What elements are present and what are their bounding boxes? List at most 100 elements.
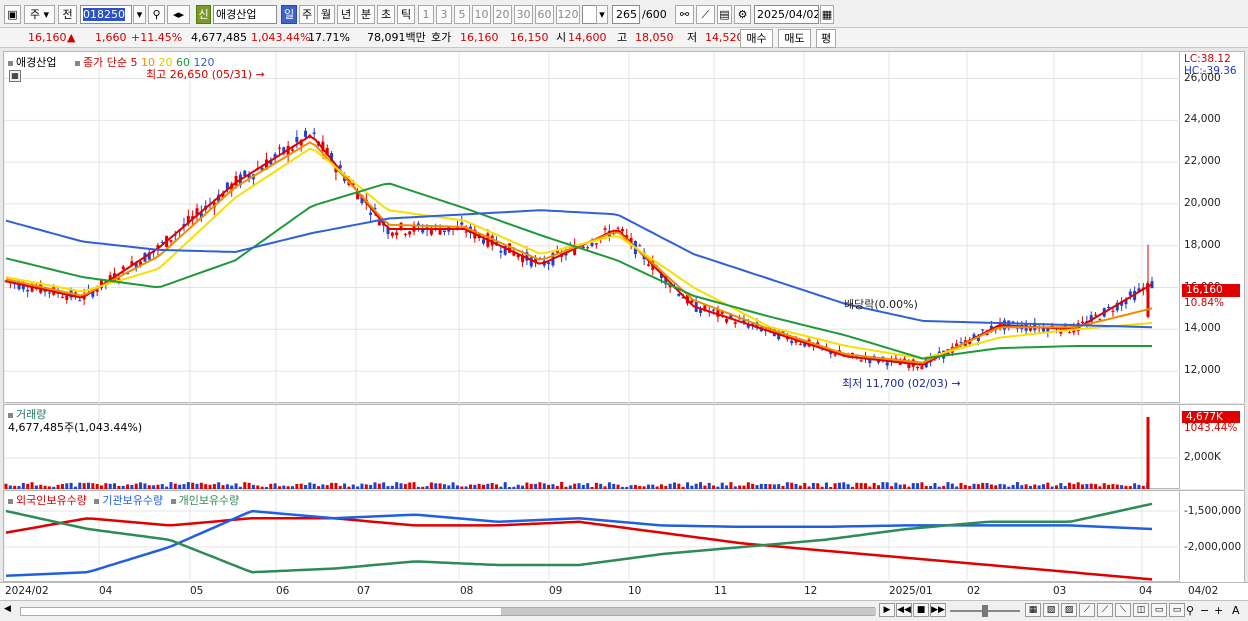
- interval-1[interactable]: 1: [418, 5, 434, 24]
- volume-bar: [842, 482, 846, 489]
- interval-10[interactable]: 10: [472, 5, 491, 24]
- tool-icon-4[interactable]: ⟋: [1079, 603, 1095, 617]
- interval-30[interactable]: 30: [514, 5, 533, 24]
- volume-bar: [864, 483, 867, 489]
- interval-5[interactable]: 5: [454, 5, 470, 24]
- fast-forward-icon[interactable]: ▶▶: [930, 603, 946, 617]
- date-input[interactable]: 2025/04/02: [754, 5, 819, 24]
- volume-bar: [91, 483, 95, 489]
- open-price: 14,600: [568, 31, 607, 44]
- price-tick: 24,000: [1184, 113, 1221, 126]
- period-month[interactable]: 월: [317, 5, 335, 24]
- scrollbar-thumb[interactable]: [501, 608, 876, 615]
- x-axis-label: 05: [190, 585, 204, 597]
- interval-dropdown-icon[interactable]: ▾: [596, 5, 608, 24]
- code-dropdown-icon[interactable]: ▾: [133, 5, 146, 24]
- candle-body: [369, 212, 373, 216]
- stock-name-field[interactable]: 애경산업: [213, 5, 277, 24]
- volume-pane[interactable]: 거래량 4,677,485주(1,043.44%): [3, 404, 1181, 490]
- font-size-icon[interactable]: A: [1232, 604, 1240, 617]
- candle-body: [408, 231, 412, 235]
- volume-bar: [846, 484, 850, 489]
- tool-icon-7[interactable]: ◫: [1133, 603, 1149, 617]
- volume-bar: [425, 486, 429, 489]
- period-tick[interactable]: 틱: [397, 5, 415, 24]
- buy-button[interactable]: 매수: [740, 29, 773, 48]
- volume-bar: [590, 486, 594, 489]
- stop-icon[interactable]: ■: [913, 603, 929, 617]
- chart-type-icon[interactable]: ⚯: [675, 5, 694, 24]
- grid-icon[interactable]: ▦: [9, 70, 21, 82]
- quote-bar: 16,160 ▲ 1,660 +11.45% 4,677,485 1,043.4…: [0, 28, 1248, 48]
- volume-bar: [638, 486, 642, 489]
- tool-icon-5[interactable]: ⟋: [1097, 603, 1113, 617]
- zoom-reset-icon[interactable]: +: [1214, 604, 1223, 617]
- volume-bar: [1076, 482, 1080, 489]
- volume-bar: [256, 485, 260, 489]
- candle-body: [859, 360, 863, 362]
- candle-body: [733, 322, 737, 324]
- volume-bar: [755, 485, 759, 489]
- speaker-icon[interactable]: ◂▸: [167, 5, 190, 24]
- search-icon[interactable]: ⚲: [148, 5, 165, 24]
- period-minute[interactable]: 분: [357, 5, 375, 24]
- volume-bar: [473, 484, 477, 489]
- volume-bar: [438, 483, 442, 489]
- code-input[interactable]: 018250: [80, 5, 132, 24]
- zoom-out-icon[interactable]: −: [1200, 604, 1209, 617]
- period-day[interactable]: 일: [281, 5, 297, 24]
- interval-20[interactable]: 20: [493, 5, 512, 24]
- calendar-icon[interactable]: ▦: [820, 5, 834, 24]
- tool-icon-8[interactable]: ▭: [1151, 603, 1167, 617]
- scrollbar[interactable]: [20, 607, 876, 616]
- volume-bar: [699, 482, 703, 489]
- tool-icon-6[interactable]: ⟍: [1115, 603, 1131, 617]
- holdings-pane[interactable]: 외국인보유수량 기관보유수량 개인보유수량: [3, 490, 1181, 583]
- period-icon[interactable]: ▦: [1025, 603, 1041, 617]
- period-second[interactable]: 초: [377, 5, 395, 24]
- volume-bar: [651, 484, 655, 489]
- interval-120[interactable]: 120: [556, 5, 580, 24]
- volume-bar: [942, 485, 946, 489]
- period-week[interactable]: 주: [299, 5, 315, 24]
- candle-body: [646, 264, 650, 266]
- volume-bar: [65, 483, 69, 489]
- zoom-icon[interactable]: ⚲: [1186, 604, 1194, 617]
- history-button[interactable]: 전: [58, 5, 77, 24]
- draw-tool-icon[interactable]: ⟋: [696, 5, 715, 24]
- period-year[interactable]: 년: [337, 5, 355, 24]
- interval-60[interactable]: 60: [535, 5, 554, 24]
- volume-bar: [499, 486, 503, 489]
- tool-icon-2[interactable]: ▧: [1043, 603, 1059, 617]
- candle-body: [464, 231, 468, 233]
- sell-button[interactable]: 매도: [778, 29, 811, 48]
- candle-body: [1028, 328, 1032, 331]
- volume-bar: [482, 484, 485, 489]
- price-chart-pane[interactable]: 애경산업 종가 단순 5 10 20 60 120 ▦ 최고 26,650 (0…: [3, 51, 1181, 404]
- volume-bar: [681, 486, 685, 489]
- rewind-icon[interactable]: ◀◀: [896, 603, 912, 617]
- scroll-left-icon[interactable]: ◀: [4, 604, 16, 618]
- volume-bar: [503, 482, 507, 489]
- average-button[interactable]: 평: [816, 29, 836, 48]
- dividend-annotation: 배당락(0.00%): [844, 298, 918, 311]
- volume-bar: [1111, 484, 1115, 489]
- volume-bar: [1115, 484, 1119, 489]
- save-icon[interactable]: ▤: [717, 5, 732, 24]
- count-input[interactable]: 265: [612, 5, 640, 24]
- gear-icon[interactable]: ⚙: [734, 5, 751, 24]
- scroll-right-icon[interactable]: ▶: [879, 603, 895, 617]
- candle-body: [594, 243, 598, 245]
- window-icon[interactable]: ▣: [4, 5, 21, 24]
- volume-bar: [416, 486, 420, 489]
- high-price: 18,050: [635, 31, 674, 44]
- volume-bar: [325, 485, 329, 489]
- zoom-slider-handle[interactable]: [982, 605, 988, 617]
- interval-3[interactable]: 3: [436, 5, 452, 24]
- volume-bar: [286, 486, 290, 489]
- x-axis-label: 04: [1139, 585, 1153, 597]
- tool-icon-9[interactable]: ▭: [1169, 603, 1185, 617]
- market-select[interactable]: 주 ▾: [24, 5, 55, 24]
- volume-bar: [803, 482, 807, 489]
- tool-icon-3[interactable]: ▨: [1061, 603, 1077, 617]
